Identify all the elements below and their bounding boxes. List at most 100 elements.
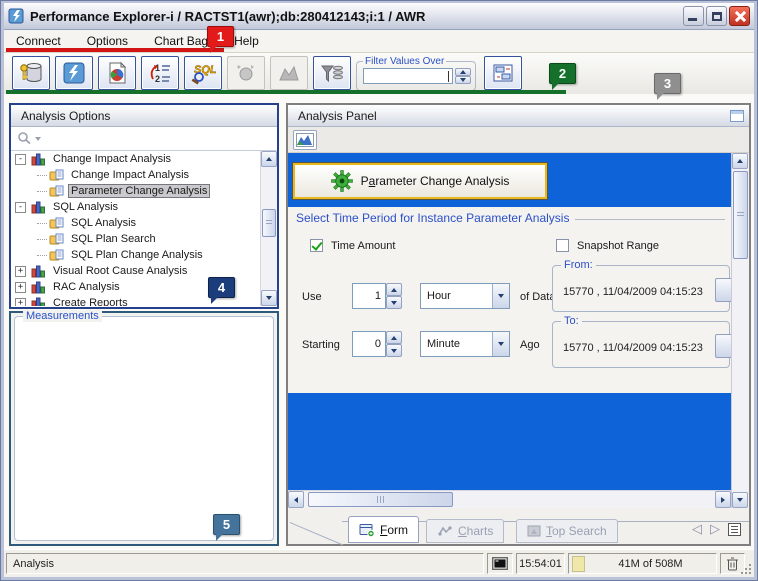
tree-scrollbar[interactable] — [260, 151, 277, 306]
tab-form[interactable]: Form — [348, 516, 419, 543]
expand-toggle-icon[interactable]: + — [15, 282, 26, 293]
use-amount-value[interactable]: 1 — [352, 283, 386, 309]
tree-item-change-impact[interactable]: Change Impact Analysis — [11, 167, 260, 183]
tab-charts-label: Charts — [458, 524, 493, 538]
minimize-button[interactable] — [683, 6, 704, 26]
sql-search-icon: SQL — [190, 61, 216, 85]
tree-item-change-impact-group[interactable]: - Change Impact Analysis — [11, 151, 260, 167]
filter-values-label: Filter Values Over — [363, 56, 446, 67]
tab-list-icon[interactable] — [728, 523, 741, 536]
bar-chart-icon — [31, 265, 46, 278]
form-tab-icon — [359, 523, 375, 537]
charts-tab-icon — [437, 525, 453, 537]
filter-values-group: Filter Values Over — [356, 56, 476, 91]
memory-cell: 41M of 508M — [568, 553, 717, 574]
tree-item-sql-analysis-group[interactable]: - SQL Analysis — [11, 199, 260, 215]
analysis-panel-header: Analysis Panel — [288, 105, 749, 127]
title-bar[interactable]: Performance Explorer-i / RACTST1(awr);db… — [4, 3, 754, 30]
tree-item-parameter-change[interactable]: Parameter Change Analysis — [11, 183, 260, 199]
resize-grip[interactable] — [740, 563, 752, 575]
filter-spin-up-button[interactable] — [455, 68, 471, 76]
snapshot-range-checkbox[interactable] — [556, 239, 569, 252]
callout-1-underline — [6, 48, 224, 52]
collapse-toggle-icon[interactable]: - — [15, 202, 26, 213]
filter-spin-down-button[interactable] — [455, 76, 471, 84]
memory-indicator — [572, 556, 585, 572]
layout-button[interactable] — [484, 56, 522, 90]
spin-up-button[interactable] — [386, 331, 402, 344]
starting-unit-dropdown[interactable]: Minute — [420, 331, 510, 357]
collapse-toggle-icon[interactable]: - — [15, 154, 26, 165]
memory-usage: 41M of 508M — [585, 558, 716, 570]
parameter-change-analysis-button[interactable]: Parameter Change Analysis — [293, 163, 547, 199]
bar-chart-icon — [31, 297, 46, 307]
expand-toggle-icon[interactable]: + — [15, 266, 26, 277]
analysis-panel-title: Analysis Panel — [298, 109, 377, 123]
close-button[interactable] — [729, 6, 750, 26]
filter-button[interactable] — [313, 56, 351, 90]
scroll-up-button[interactable] — [261, 151, 277, 167]
measurements-title: Measurements — [23, 310, 102, 322]
console-cell[interactable] — [487, 553, 513, 574]
connect-db-button[interactable] — [12, 56, 50, 90]
spin-down-button[interactable] — [386, 296, 402, 309]
close-icon — [734, 10, 746, 22]
window-layout-icon — [491, 61, 515, 85]
play-circle-icon — [234, 61, 258, 85]
dropdown-arrow-icon[interactable] — [492, 332, 509, 356]
section-title: Select Time Period for Instance Paramete… — [296, 211, 725, 225]
top-search-tab-icon — [527, 525, 541, 537]
starting-amount-value[interactable]: 0 — [352, 331, 386, 357]
spin-down-button[interactable] — [386, 344, 402, 357]
chart-view-button[interactable] — [293, 130, 317, 150]
report-button[interactable] — [98, 56, 136, 90]
next-tab-icon[interactable]: ▷ — [710, 521, 720, 537]
gear-icon — [331, 170, 353, 192]
spin-up-button[interactable] — [386, 283, 402, 296]
time-amount-checkbox[interactable] — [310, 239, 323, 252]
prev-tab-icon[interactable]: ◁ — [692, 521, 702, 537]
measurements-list[interactable]: Measurements — [14, 316, 274, 541]
sql-search-button[interactable]: SQL — [184, 56, 222, 90]
from-picker-button[interactable] — [715, 278, 731, 302]
callout-badge-5: 5 — [213, 514, 240, 535]
tree-search-input[interactable] — [11, 127, 277, 151]
tree-item-sql-plan-change[interactable]: SQL Plan Change Analysis — [11, 247, 260, 263]
replay-button-disabled[interactable] — [227, 56, 265, 90]
starting-amount-spinner[interactable]: 0 — [352, 331, 402, 357]
scroll-right-button[interactable] — [715, 491, 731, 508]
expand-toggle-icon[interactable]: + — [15, 298, 26, 307]
starting-unit-value: Minute — [421, 332, 492, 356]
text-caret — [448, 71, 449, 82]
menu-help[interactable]: Help — [232, 32, 261, 50]
restore-panel-icon[interactable] — [730, 110, 744, 122]
tab-charts[interactable]: Charts — [426, 519, 504, 543]
tree-item-sql-analysis[interactable]: SQL Analysis — [11, 215, 260, 231]
use-unit-dropdown[interactable]: Hour — [420, 283, 510, 309]
callout-badge-2: 2 — [549, 63, 576, 84]
to-picker-button[interactable] — [715, 334, 731, 358]
svg-text:2: 2 — [155, 74, 160, 84]
use-amount-spinner[interactable]: 1 — [352, 283, 402, 309]
tab-slant-line — [290, 522, 344, 546]
scroll-left-button[interactable] — [288, 491, 304, 508]
filter-value-input[interactable] — [363, 68, 453, 84]
scroll-thumb[interactable] — [308, 492, 453, 507]
bar-chart-icon — [31, 153, 46, 166]
scroll-thumb[interactable] — [733, 171, 748, 259]
maximize-button[interactable] — [706, 6, 727, 26]
scroll-thumb[interactable] — [262, 209, 276, 237]
content-horizontal-scrollbar[interactable] — [288, 490, 731, 508]
to-label: To: — [561, 315, 582, 327]
content-vertical-scrollbar[interactable] — [731, 153, 749, 508]
dropdown-arrow-icon[interactable] — [492, 284, 509, 308]
tab-top-search[interactable]: Top Search — [516, 519, 618, 543]
chart-button-disabled[interactable] — [270, 56, 308, 90]
scroll-down-button[interactable] — [261, 290, 277, 306]
scroll-up-button[interactable] — [732, 153, 748, 169]
top-activity-button[interactable]: 1 2 — [141, 56, 179, 90]
scroll-down-button[interactable] — [732, 492, 748, 508]
tree-item-sql-plan-search[interactable]: SQL Plan Search — [11, 231, 260, 247]
time-amount-label: Time Amount — [331, 240, 395, 252]
performance-button[interactable] — [55, 56, 93, 90]
